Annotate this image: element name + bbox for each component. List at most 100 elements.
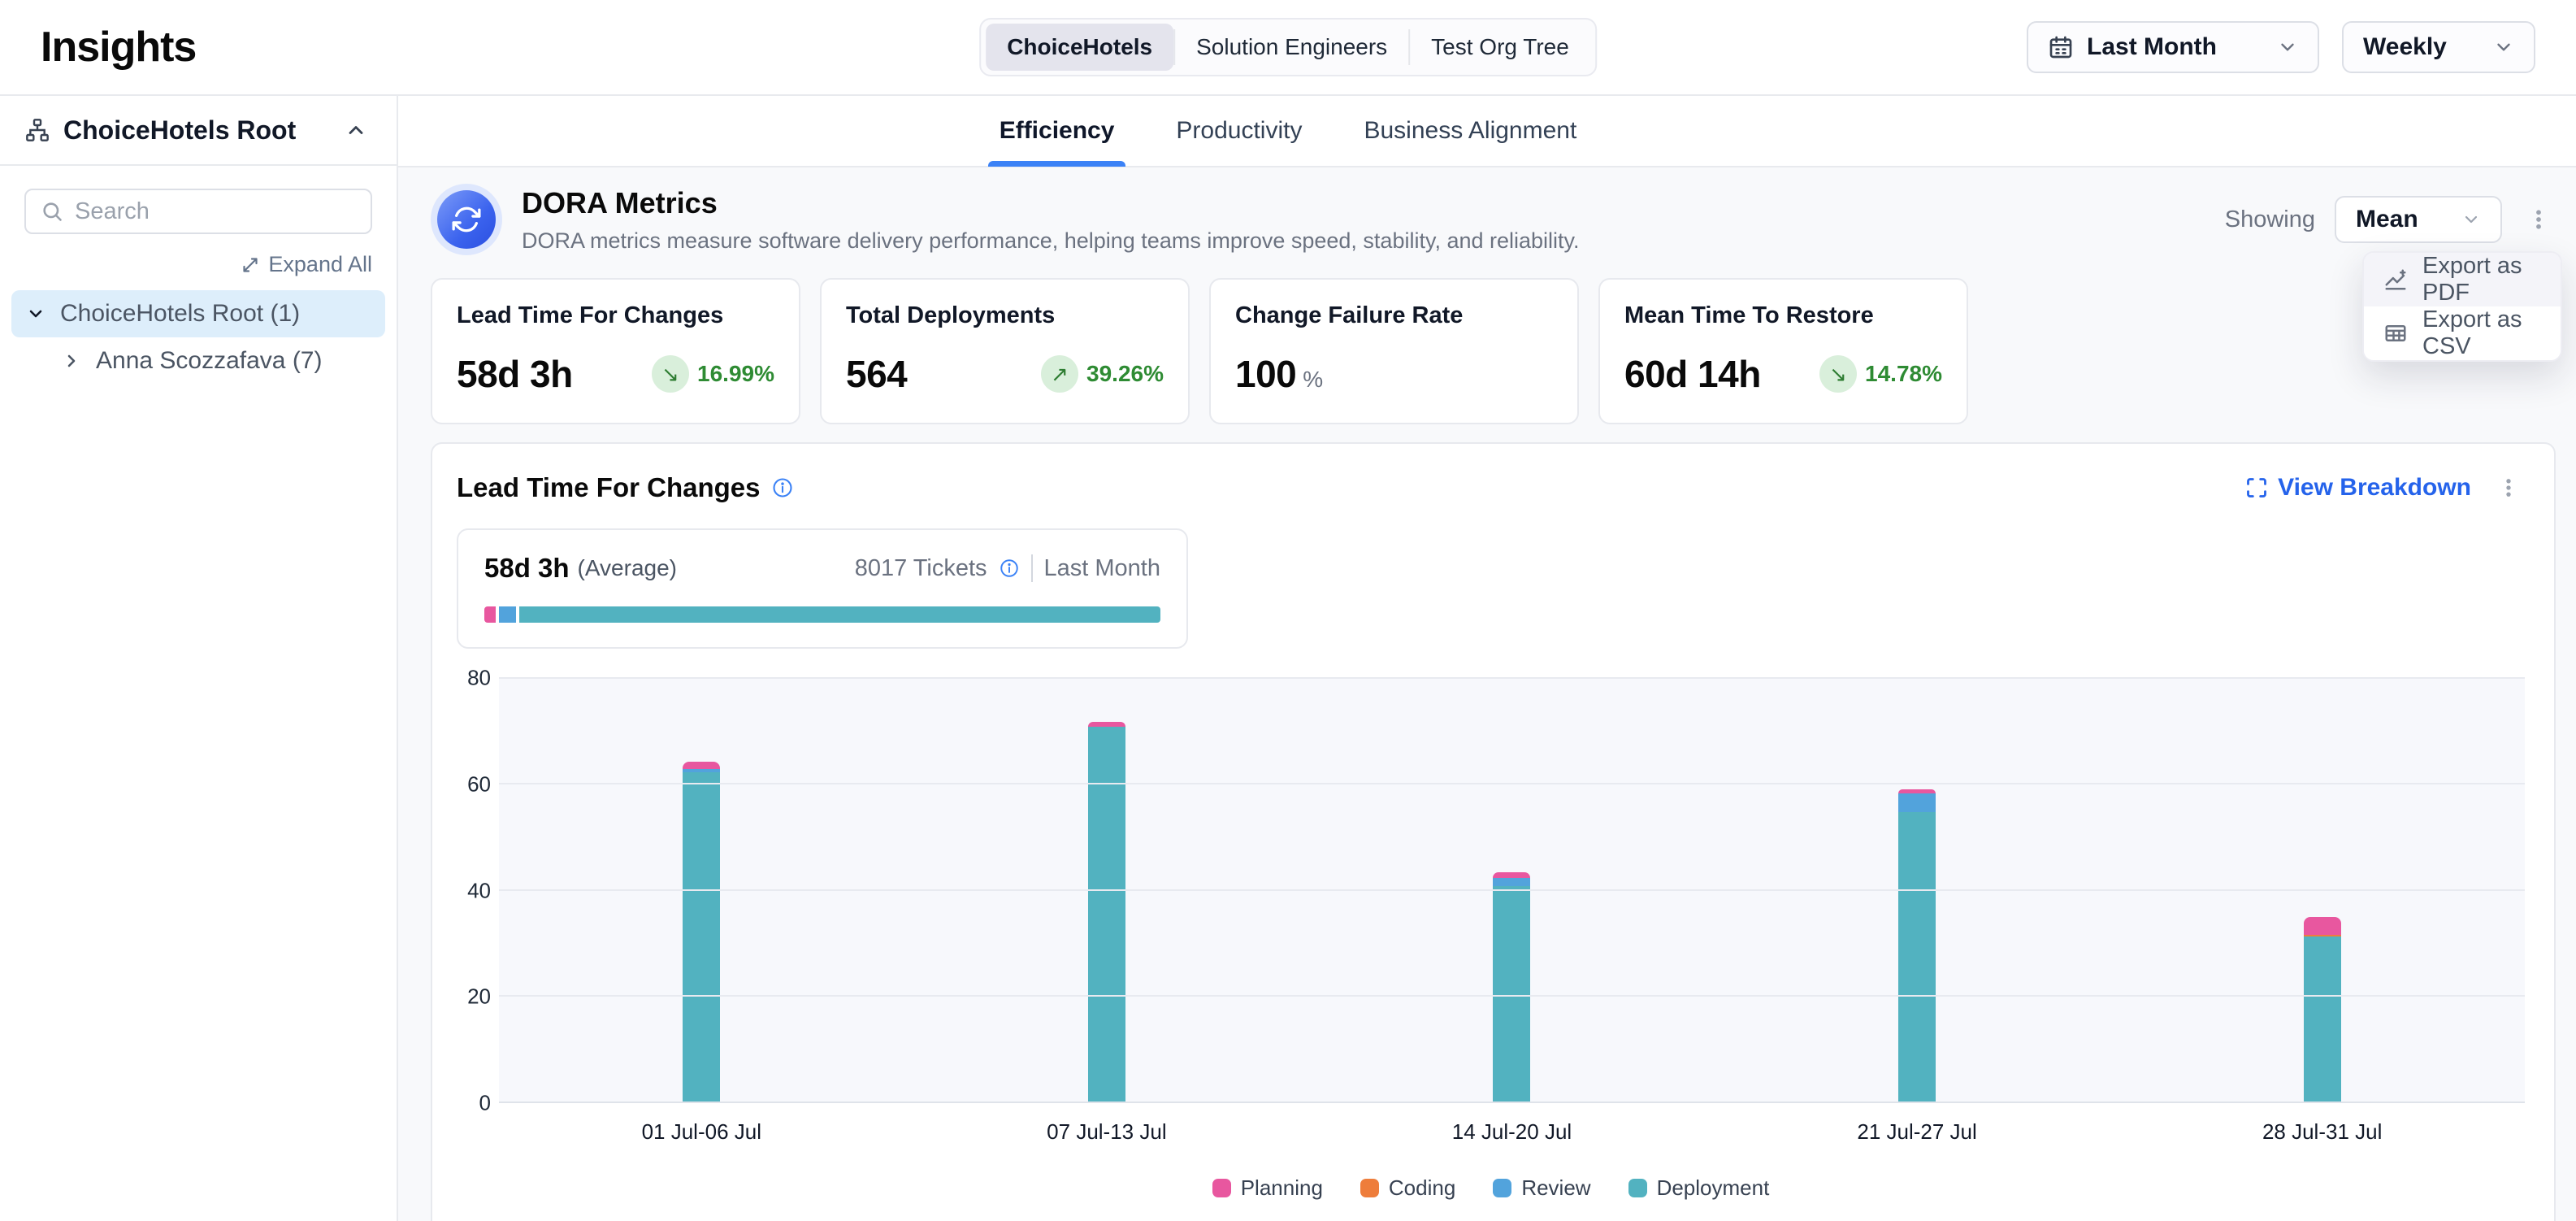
search-icon (41, 200, 63, 223)
header-controls: Last Month Weekly (2027, 21, 2535, 73)
bar-segment-review (1493, 878, 1530, 886)
view-breakdown-button[interactable]: View Breakdown (2245, 474, 2471, 502)
table-icon (2383, 321, 2408, 345)
phase-distribution-bar (484, 606, 1160, 623)
card-mean-time-to-restore: Mean Time To Restore 60d 14h ↘ 14.78% (1598, 278, 1968, 424)
legend-item-planning[interactable]: Planning (1212, 1175, 1323, 1201)
trend-down-icon: ↘ (1829, 363, 1847, 385)
legend-swatch (1628, 1179, 1647, 1197)
export-pdf-item[interactable]: Export as PDF (2364, 253, 2561, 306)
org-tab-group: ChoiceHotels Solution Engineers Test Org… (979, 18, 1597, 76)
chevron-down-icon (2493, 37, 2514, 58)
y-tick-label: 60 (467, 771, 491, 797)
maximize-icon (2245, 476, 2268, 499)
lead-time-chart: 020406080 (457, 678, 2525, 1103)
aggregation-value: Mean (2356, 206, 2418, 233)
tab-business-alignment[interactable]: Business Alignment (1357, 95, 1583, 167)
sidebar-collapse-button[interactable] (340, 114, 372, 146)
y-tick-label: 40 (467, 878, 491, 903)
org-tab-choicehotels[interactable]: ChoiceHotels (986, 24, 1173, 71)
metric-value: 564 (846, 352, 907, 396)
trend-up-icon: ↗ (1051, 363, 1069, 385)
app-header: Insights ChoiceHotels Solution Engineers… (0, 0, 2576, 96)
y-tick-label: 0 (479, 1091, 491, 1116)
stacked-bar-5[interactable] (2304, 917, 2341, 1102)
legend-item-deployment[interactable]: Deployment (1628, 1175, 1770, 1201)
granularity-select[interactable]: Weekly (2342, 21, 2535, 73)
delta-badge: ↘ 16.99% (652, 355, 774, 393)
view-breakdown-label: View Breakdown (2278, 474, 2471, 502)
view-tab-bar: Efficiency Productivity Business Alignme… (398, 96, 2576, 167)
export-csv-item[interactable]: Export as CSV (2364, 306, 2561, 360)
export-pdf-label: Export as PDF (2422, 253, 2541, 306)
info-icon[interactable] (999, 558, 1020, 579)
dora-kebab-wrap: Export as PDF Export as CSV (2522, 202, 2556, 237)
expand-diagonal-icon (241, 255, 260, 275)
divider (1031, 554, 1033, 582)
chart-x-labels: 01 Jul-06 Jul07 Jul-13 Jul14 Jul-20 Jul2… (457, 1119, 2525, 1145)
bar-segment-deployment (1898, 812, 1936, 1102)
dora-subtitle: DORA metrics measure software delivery p… (522, 228, 1580, 254)
bar-segment-planning (2304, 917, 2341, 936)
org-tree: ChoiceHotels Root (1) Anna Scozzafava (7… (11, 290, 385, 385)
legend-swatch (1360, 1179, 1379, 1197)
date-range-select[interactable]: Last Month (2027, 21, 2319, 73)
app-shell: ChoiceHotels Root Expand All (0, 96, 2576, 1221)
chevron-down-icon (26, 304, 46, 324)
section-title: Lead Time For Changes (457, 472, 760, 503)
stacked-bar-2[interactable] (1088, 722, 1125, 1102)
delta-badge: ↗ 39.26% (1041, 355, 1164, 393)
dora-header: DORA Metrics DORA metrics measure softwa… (431, 184, 2556, 255)
legend-swatch (1212, 1179, 1231, 1197)
expand-all-button[interactable]: Expand All (241, 252, 372, 277)
legend-label: Deployment (1657, 1175, 1770, 1201)
stacked-bar-4[interactable] (1898, 789, 1936, 1102)
tree-row-anna-scozzafava[interactable]: Anna Scozzafava (7) (47, 337, 385, 385)
metric-cards: Lead Time For Changes 58d 3h ↘ 16.99% To… (431, 278, 2556, 424)
info-icon[interactable] (771, 476, 794, 499)
metric-value: 60d 14h (1624, 352, 1761, 396)
sidebar-search (24, 189, 372, 234)
gridline (499, 995, 2525, 997)
kebab-menu-icon[interactable] (2492, 471, 2525, 504)
dora-controls: Showing Mean (2225, 196, 2556, 243)
aggregation-select[interactable]: Mean (2335, 196, 2502, 243)
delta-badge: ↘ 14.78% (1819, 355, 1942, 393)
dora-icon (431, 184, 502, 255)
chart-legend: Planning Coding Review Deployment (457, 1175, 2525, 1201)
x-tick-label: 21 Jul-27 Jul (1715, 1119, 2120, 1145)
x-tick-label: 28 Jul-31 Jul (2119, 1119, 2525, 1145)
tab-productivity[interactable]: Productivity (1169, 95, 1308, 167)
page-title: Insights (41, 23, 196, 72)
stacked-bar-3[interactable] (1493, 872, 1530, 1102)
bar-segment-planning (683, 762, 720, 770)
bar-segment-review (1898, 793, 1936, 812)
legend-item-review[interactable]: Review (1493, 1175, 1590, 1201)
y-tick-label: 20 (467, 984, 491, 1010)
x-tick-label: 14 Jul-20 Jul (1309, 1119, 1715, 1145)
lead-time-header: Lead Time For Changes View Breakdown (457, 471, 2525, 504)
active-tab-underline (988, 161, 1126, 167)
bar-segment-deployment (683, 772, 720, 1102)
x-tick-label: 07 Jul-13 Jul (904, 1119, 1310, 1145)
stacked-bar-1[interactable] (683, 762, 720, 1102)
org-tab-test-org-tree[interactable]: Test Org Tree (1410, 24, 1590, 71)
chevron-down-icon (2277, 37, 2298, 58)
legend-swatch (1493, 1179, 1511, 1197)
org-tab-solution-engineers[interactable]: Solution Engineers (1175, 24, 1408, 71)
search-input[interactable] (75, 198, 381, 225)
phase-segment-deployment (519, 606, 1160, 623)
sidebar-header: ChoiceHotels Root (0, 96, 397, 166)
org-chart-icon (24, 117, 50, 143)
lead-time-summary-card: 58d 3h (Average) 8017 Tickets Last Month (457, 528, 1188, 649)
lead-time-section: Lead Time For Changes View Breakdown (431, 442, 2556, 1221)
tree-row-choicehotels-root[interactable]: ChoiceHotels Root (1) (11, 290, 385, 337)
legend-item-coding[interactable]: Coding (1360, 1175, 1455, 1201)
export-menu: Export as PDF Export as CSV (2362, 251, 2562, 362)
tree-row-label: ChoiceHotels Root (1) (60, 300, 300, 328)
calendar-icon (2048, 34, 2074, 60)
tab-efficiency[interactable]: Efficiency (993, 95, 1121, 167)
bar-segment-planning (1493, 872, 1530, 879)
kebab-menu-icon[interactable] (2522, 202, 2556, 237)
summary-value: 58d 3h (484, 553, 570, 584)
